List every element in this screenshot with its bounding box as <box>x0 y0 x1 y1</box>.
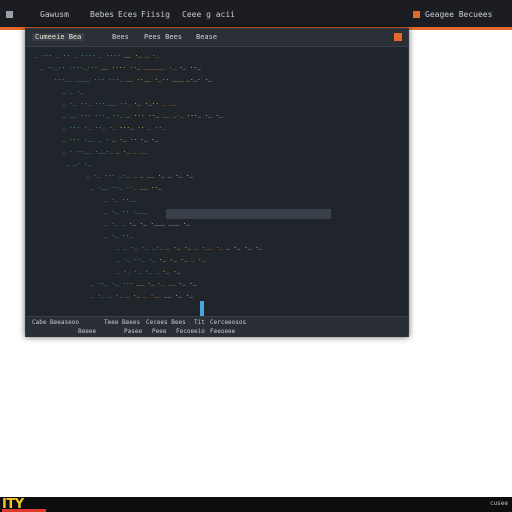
code-line: _ .._ ._ ... __ ._ ._ __ ._ ._ <box>90 279 197 286</box>
menu-icon[interactable] <box>6 11 13 18</box>
code-line: _ ._ _ ._ _ ._ _ .__ __ ._ ._ <box>90 291 193 298</box>
code-line: _ _. ._ <box>66 159 92 166</box>
status-item: Peee <box>152 328 167 335</box>
editor-tab-1[interactable]: Cumeeie Bea <box>32 33 85 41</box>
code-line: _ ._ _ ._ ._ .___ ___ ._ <box>104 219 191 226</box>
status-item: Teee Beees <box>104 319 141 326</box>
code-line: _ _ ._ ._ _._ _ ._ ._ _ .__ ._ _ ._ ._ ._ <box>116 243 263 250</box>
code-line: ...__ ____ ... ..._ __ ..__ ._.. ___ _._. … <box>54 75 212 82</box>
code-line: _ ... .__ _ . _ ._ .. ._ ._ <box>62 135 159 142</box>
tab-4[interactable]: Fiisig <box>141 9 170 21</box>
tab-icon <box>413 11 420 18</box>
status-item: Fecoeeio <box>176 328 205 335</box>
code-line: _ . ..__ .__._ _ ._ _ __ <box>62 147 148 154</box>
editor-tab-2[interactable]: Bees <box>112 33 129 41</box>
status-bar: Cabe Beeaseoo Teee Beees Cecees Bees Tit… <box>26 316 408 337</box>
editor-tab-bar: Cumeeie Bea Bees Pees Bees Bease <box>26 29 408 47</box>
status-item: Pasee <box>124 328 143 335</box>
code-line: _ ._ .._ ...___ .._ ._ ._.. _ __ <box>62 99 177 106</box>
code-line: _ ... _ .. _ .... _ .... __ ._ _ ._ <box>34 51 160 58</box>
tab-6[interactable]: Geagee Becuees <box>425 9 492 21</box>
taskbar: ITY cusee <box>0 497 512 512</box>
code-line: _ __ ... ..._ .._ _ ... .._ __ _._ ..._ ._ … <box>62 111 223 118</box>
code-line: _ ._ .. .___ <box>104 207 148 214</box>
code-line: _ ._ ... _._ _ _ __ ._ _ ._ ._ <box>86 171 194 178</box>
code-line: _ .._.. ...._... __ .... .._ ______ ._ ._ .… <box>40 63 201 70</box>
editor-tab-3[interactable]: Pees Bees <box>144 33 182 41</box>
code-line: _ ._ ..__ <box>104 195 137 202</box>
code-line: _ ._ .._ <box>104 231 133 238</box>
status-item: Cecees Bees <box>146 319 186 326</box>
code-line: _ ._ .._ ._ ._ ._ ._ _ ._ <box>116 255 206 262</box>
status-item: Cabe Beeaseoo <box>32 319 79 326</box>
code-editor-window: Cumeeie Bea Bees Pees Bees Bease _ ... _… <box>25 28 409 337</box>
code-line: _ _ ._ <box>62 87 84 94</box>
code-area[interactable]: _ ... _ .. _ .... _ .... __ ._ _ ._ _ .._..… <box>26 47 408 315</box>
tab-1[interactable]: Gawusm <box>40 9 69 21</box>
tab-3[interactable]: Eces <box>118 9 137 21</box>
code-line: _ .__ .._ .._ __ .._ <box>90 183 162 190</box>
status-item: Beeee <box>78 328 97 335</box>
status-item: Cerceeosos <box>210 319 247 326</box>
close-icon[interactable] <box>394 33 402 41</box>
top-tab-bar: Gawusm Bebes Eces Fiisig Ceee g acii Gea… <box>0 0 512 30</box>
status-item: Tit <box>194 319 205 326</box>
line-highlight <box>166 209 331 219</box>
editor-tab-4[interactable]: Bease <box>196 33 217 41</box>
code-line: _ ._ ._ ._ _ ._ ._ <box>116 267 181 274</box>
tab-2[interactable]: Bebes <box>90 9 114 21</box>
code-line: _ ... ._ .._ ._ ..._ .. _ .._ <box>62 123 166 130</box>
app-logo: ITY <box>2 497 46 512</box>
status-item: Feeoeee <box>210 328 236 335</box>
tray-text: cusee <box>489 500 508 507</box>
tab-5[interactable]: Ceee g acii <box>182 9 235 21</box>
